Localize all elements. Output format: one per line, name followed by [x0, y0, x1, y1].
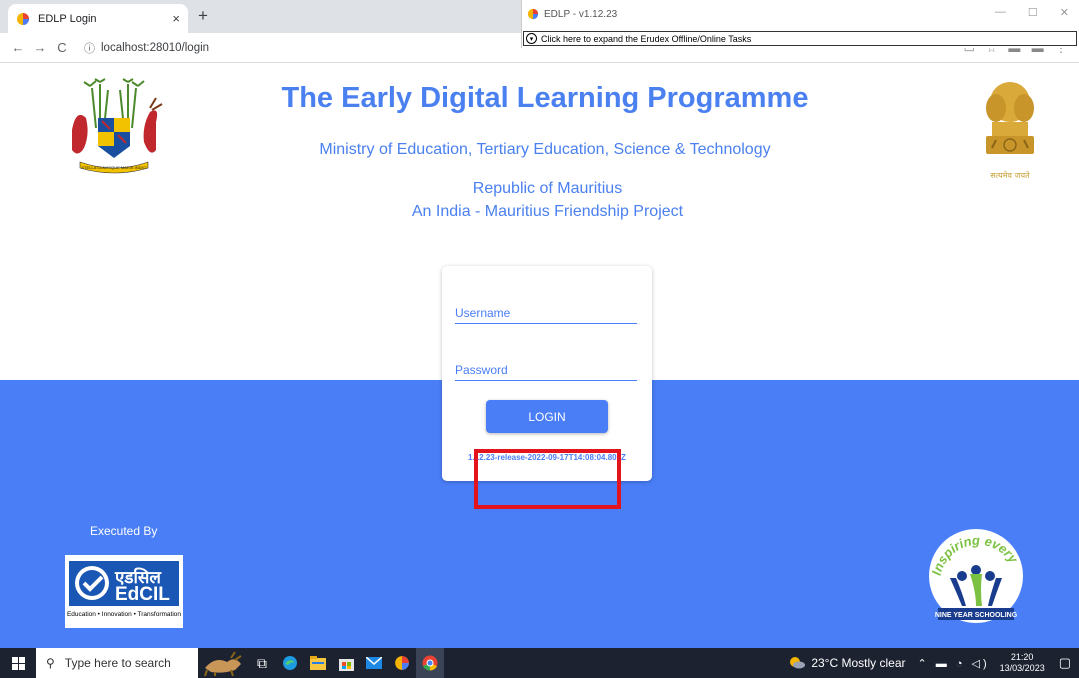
- password-field[interactable]: [455, 361, 637, 381]
- close-icon[interactable]: ✕: [1060, 6, 1069, 19]
- clock-date: 13/03/2023: [999, 663, 1045, 673]
- password-input[interactable]: [455, 363, 637, 377]
- browser-window: EDLP Login × + ← → C ⓘ localhost:28010/l…: [0, 0, 1079, 648]
- overlay-title: EDLP - v1.12.23: [544, 8, 618, 20]
- edcil-tagline: Education • Innovation • Transformation: [66, 611, 182, 618]
- search-icon: ⚲: [46, 656, 55, 670]
- folder-icon: [310, 656, 326, 670]
- emblem-motto: सत्यमेव जयते: [990, 171, 1030, 180]
- mail-icon[interactable]: [360, 648, 388, 678]
- back-icon[interactable]: ←: [10, 40, 26, 55]
- tab-title: EDLP Login: [38, 12, 97, 25]
- weather-moon-icon[interactable]: [789, 655, 806, 672]
- reload-icon[interactable]: C: [54, 40, 70, 55]
- forward-icon[interactable]: →: [32, 40, 48, 55]
- nys-banner-text: NINE YEAR SCHOOLING: [935, 612, 1018, 619]
- edcil-logo-box: एडसिल EdCIL: [69, 561, 179, 606]
- maximize-icon[interactable]: ☐: [1028, 6, 1038, 19]
- version-label: 1.12.23-release-2022-09-17T14:08:04.805Z: [468, 453, 626, 462]
- clock-time: 21:20: [1010, 652, 1034, 662]
- edlp-app-taskbar-icon: [395, 656, 409, 670]
- shopping-bag-icon: [338, 658, 354, 671]
- expand-tasks-bar[interactable]: ▾ Click here to expand the Erudex Offlin…: [523, 31, 1077, 46]
- tab-close-icon[interactable]: ×: [172, 11, 180, 26]
- store-icon[interactable]: [332, 648, 360, 678]
- page-title: The Early Digital Learning Programme: [281, 82, 809, 114]
- file-explorer-icon[interactable]: [304, 648, 332, 678]
- republic-subtitle: Republic of Mauritius: [472, 180, 623, 197]
- edlp-favicon-icon: [17, 12, 29, 25]
- windows-taskbar: ⚲ Type here to search ⧉ 23°C Mostly clea…: [0, 648, 1079, 678]
- edge-browser-icon[interactable]: [276, 648, 304, 678]
- executed-by-label: Executed By: [90, 524, 158, 538]
- login-card: LOGIN 1.12.23-release-2022-09-17T14:08:0…: [442, 266, 652, 481]
- ministry-subtitle: Ministry of Education, Tertiary Educatio…: [319, 141, 771, 158]
- edcil-logo: एडसिल EdCIL Education • Innovation • Tra…: [65, 555, 183, 628]
- system-tray: 23°C Mostly clear ⌃ ▬ ◔ ◁) 21:20 13/03/2…: [789, 648, 1079, 678]
- nine-year-schooling-logo-icon: Inspiring every child NINE YEAR SCHOOLIN…: [926, 526, 1023, 623]
- expand-tasks-label: Click here to expand the Erudex Offline/…: [541, 33, 752, 44]
- deer-illustration-icon: [204, 651, 242, 676]
- envelope-icon: [366, 657, 382, 669]
- ashoka-lions-icon: [986, 82, 1034, 154]
- edlp-app-icon: [527, 8, 539, 20]
- new-tab-button[interactable]: +: [198, 6, 208, 26]
- chrome-icon[interactable]: [416, 648, 444, 678]
- weather-text[interactable]: 23°C Mostly clear: [811, 656, 905, 670]
- overlay-window-controls: — ☐ ✕: [995, 6, 1069, 19]
- overlay-titlebar: EDLP - v1.12.23: [527, 5, 617, 23]
- svg-text:STELLA CLAVISQUE MARIS INDICI: STELLA CLAVISQUE MARIS INDICI: [81, 165, 146, 170]
- india-state-emblem: सत्यमेव जयते: [976, 78, 1044, 184]
- notification-icon[interactable]: ▢: [1059, 655, 1071, 671]
- address-bar[interactable]: localhost:28010/login: [101, 42, 209, 54]
- username-input[interactable]: [455, 306, 637, 320]
- edcil-check-icon: [75, 566, 109, 600]
- search-placeholder: Type here to search: [64, 656, 171, 670]
- chrome-browser-icon: [422, 655, 438, 671]
- site-info-icon[interactable]: ⓘ: [84, 40, 95, 56]
- taskbar-search-box[interactable]: ⚲ Type here to search: [36, 648, 198, 678]
- username-field[interactable]: [455, 304, 637, 324]
- taskbar-clock[interactable]: 21:20 13/03/2023: [1000, 652, 1045, 674]
- login-button[interactable]: LOGIN: [486, 400, 608, 433]
- project-subtitle: An India - Mauritius Friendship Project: [411, 203, 684, 220]
- login-page: STELLA CLAVISQUE MARIS INDICI The Early …: [0, 64, 1079, 648]
- tray-status-icons[interactable]: ⌃ ▬ ◔ ◁): [918, 657, 990, 670]
- edlp-taskbar-icon[interactable]: [388, 648, 416, 678]
- windows-logo-icon: [11, 656, 25, 670]
- start-button[interactable]: [0, 648, 36, 678]
- minimize-icon[interactable]: —: [995, 6, 1006, 19]
- edge-icon: [283, 656, 297, 670]
- tab-edlp-login[interactable]: EDLP Login ×: [8, 4, 188, 33]
- search-highlight-icon[interactable]: [198, 648, 248, 678]
- chevron-down-icon: ▾: [526, 33, 537, 44]
- task-view-icon[interactable]: ⧉: [248, 648, 276, 678]
- edlp-overlay-window: EDLP - v1.12.23 — ☐ ✕ ▾ Click here to ex…: [521, 0, 1079, 48]
- edcil-name: EdCIL: [115, 584, 170, 605]
